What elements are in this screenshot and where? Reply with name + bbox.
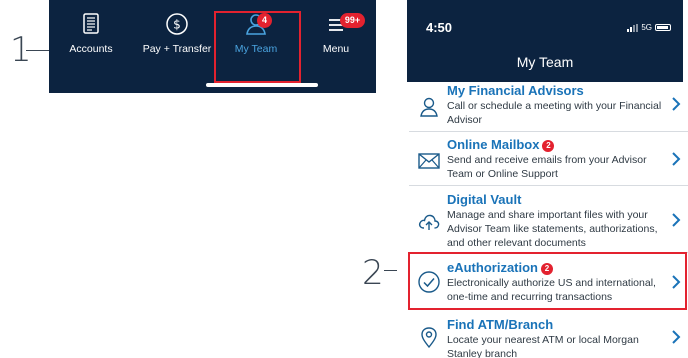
dollar-circle-icon: $: [166, 13, 188, 35]
header-bar: 4:50 5G My Team: [407, 0, 683, 82]
menu-notification-badge: 99+: [340, 13, 365, 28]
list-item-online-mailbox[interactable]: Online Mailbox 2 Send and receive emails …: [407, 137, 683, 183]
item-title: Digital Vault: [447, 192, 522, 207]
tab-accounts[interactable]: Accounts: [51, 12, 131, 55]
battery-icon: [655, 24, 671, 31]
svg-text:$: $: [173, 18, 181, 32]
accounts-icon: [83, 13, 99, 34]
item-description: Locate your nearest ATM or local Morgan …: [447, 334, 639, 358]
item-description: Send and receive emails from your Adviso…: [447, 154, 647, 180]
chevron-right-icon: [672, 152, 681, 166]
envelope-icon: [418, 153, 440, 169]
item-title: Online Mailbox 2: [447, 137, 555, 152]
item-title: Find ATM/Branch: [447, 317, 554, 332]
phone-screen: 4:50 5G My Team My Financial Advisors Ca…: [397, 0, 688, 358]
item-title: My Financial Advisors: [447, 83, 584, 98]
bottom-tab-bar: Accounts $ Pay + Transfer My Team 4 Menu…: [49, 0, 376, 93]
list-item-find-atm-branch[interactable]: Find ATM/Branch Locate your nearest ATM …: [407, 317, 683, 358]
divider: [409, 185, 688, 186]
status-indicators: 5G: [627, 23, 671, 32]
chevron-right-icon: [672, 330, 681, 344]
signal-icon: [627, 23, 639, 32]
my-team-highlight-box: [214, 11, 301, 83]
item-description: Manage and share important files with yo…: [447, 209, 658, 249]
home-indicator: [206, 83, 318, 87]
page-title: My Team: [516, 54, 574, 70]
cloud-upload-icon: [418, 214, 440, 230]
callout-number-2: 2: [362, 253, 384, 293]
chevron-right-icon: [672, 97, 681, 111]
chevron-right-icon: [672, 213, 681, 227]
mailbox-badge: 2: [542, 140, 555, 152]
location-pin-icon: [421, 327, 437, 349]
person-icon: [420, 97, 438, 117]
status-time: 4:50: [426, 20, 453, 35]
item-title-text: Online Mailbox: [447, 137, 540, 152]
tab-pay-transfer-label: Pay + Transfer: [142, 43, 212, 55]
eauthorization-highlight-box: [408, 252, 687, 310]
tab-menu-label: Menu: [322, 43, 350, 55]
list-item-financial-advisors[interactable]: My Financial Advisors Call or schedule a…: [407, 83, 683, 126]
item-description: Call or schedule a meeting with your Fin…: [447, 100, 662, 126]
network-label: 5G: [641, 23, 652, 32]
tab-pay-transfer[interactable]: $ Pay + Transfer: [137, 12, 217, 55]
tab-accounts-label: Accounts: [69, 43, 113, 55]
callout-line-1: [26, 50, 49, 51]
divider: [409, 131, 688, 132]
list-item-digital-vault[interactable]: Digital Vault Manage and share important…: [407, 192, 683, 249]
